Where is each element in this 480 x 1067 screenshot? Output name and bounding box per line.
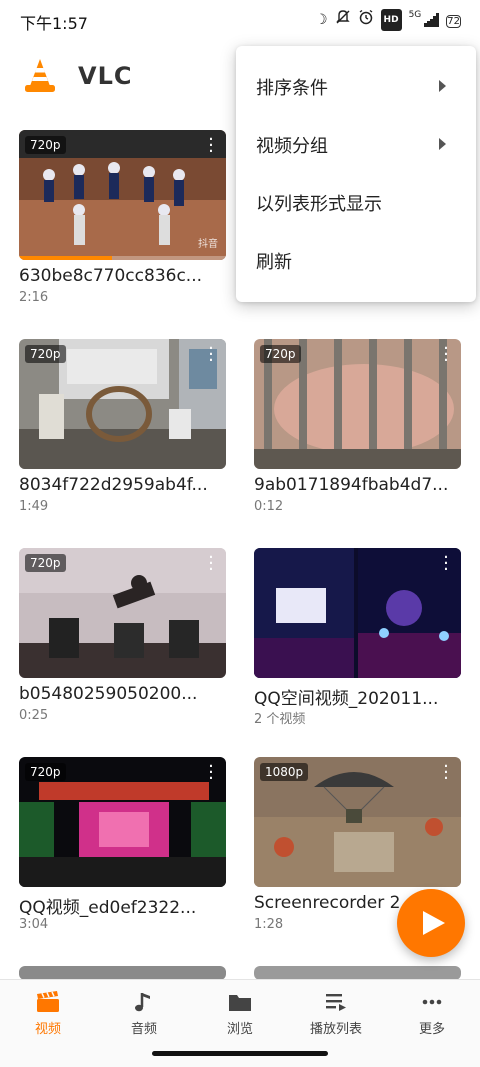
video-card[interactable]: 720p · · · b05480259050200... 0:25	[19, 548, 226, 743]
hd-icon: HD	[380, 9, 402, 31]
video-card[interactable]: 720p · · · 9ab0171894fbab4d7... 0:12	[254, 339, 461, 534]
alarm-icon	[358, 9, 374, 31]
folder-title: QQ空间视频_202011...	[254, 689, 439, 709]
folder-video-count: 2 个视频	[254, 712, 306, 727]
resolution-badge: 720p	[25, 554, 66, 572]
nav-item-video[interactable]: 视频	[0, 990, 96, 1046]
video-duration: 2:16	[19, 290, 49, 305]
nav-label: 浏览	[226, 1022, 253, 1037]
more-options-icon[interactable]: · · ·	[441, 340, 451, 370]
video-thumbnail[interactable]: 720p · · ·	[19, 548, 226, 678]
overflow-menu: 排序条件 视频分组 以列表形式显示 刷新	[236, 46, 476, 302]
menu-item-label: 排序条件	[256, 78, 328, 99]
status-bar: 下午1:57 ☽ HD 5G 72	[0, 0, 480, 40]
video-title: 630be8c770cc836c...	[19, 266, 203, 286]
video-title: b05480259050200...	[19, 684, 198, 704]
nav-label: 音频	[130, 1022, 157, 1037]
resolution-badge: 720p	[260, 345, 301, 363]
play-icon	[423, 911, 445, 935]
menu-item-sort[interactable]: 排序条件	[236, 59, 476, 115]
video-card[interactable]: 720p · · · QQ视频_ed0ef2322... 3:04	[19, 757, 226, 952]
nav-item-browse[interactable]: 浏览	[192, 990, 288, 1046]
menu-item-refresh[interactable]: 刷新	[236, 233, 476, 289]
nav-label: 播放列表	[309, 1022, 362, 1037]
video-duration: 3:04	[19, 917, 49, 932]
video-title: QQ视频_ed0ef2322...	[19, 898, 197, 918]
more-options-icon[interactable]: · · ·	[206, 131, 216, 161]
nav-item-playlist[interactable]: 播放列表	[288, 990, 384, 1046]
mute-icon	[335, 9, 351, 31]
nav-item-more[interactable]: 更多	[384, 990, 480, 1046]
more-options-icon[interactable]: · · ·	[206, 758, 216, 788]
more-options-icon[interactable]: · · ·	[206, 549, 216, 579]
status-icons: ☽ HD 5G 72	[315, 9, 462, 31]
folder-icon	[227, 990, 253, 1014]
resolution-badge: 720p	[25, 763, 66, 781]
menu-item-list-view[interactable]: 以列表形式显示	[236, 175, 476, 231]
video-card[interactable]	[19, 966, 226, 980]
signal-icon	[424, 13, 440, 27]
play-fab-button[interactable]	[397, 889, 465, 957]
video-card[interactable]: 720p · · · 抖音 630be8c770cc836c... 2:16	[19, 130, 226, 325]
video-folder-card[interactable]: · · · QQ空间视频_202011... 2 个视频	[254, 548, 461, 743]
video-thumbnail[interactable]: 720p · · · 抖音	[19, 130, 226, 260]
watermark-text: 抖音	[198, 239, 218, 250]
resolution-badge: 720p	[25, 345, 66, 363]
video-duration: 0:25	[19, 708, 49, 723]
battery-icon: 72	[446, 10, 462, 30]
video-card[interactable]: 720p · · · 8034f722d2959ab4f... 1:49	[19, 339, 226, 534]
more-options-icon[interactable]: · · ·	[441, 549, 451, 579]
nav-label: 视频	[34, 1022, 61, 1037]
app-title: VLC	[78, 62, 133, 90]
vlc-cone-icon	[20, 56, 60, 96]
video-thumbnail[interactable]	[254, 966, 461, 980]
video-thumbnail[interactable]	[19, 966, 226, 980]
resolution-badge: 1080p	[260, 763, 309, 781]
video-card[interactable]	[254, 966, 461, 980]
progress-fill	[19, 256, 113, 260]
video-thumbnail[interactable]: · · ·	[254, 548, 461, 678]
more-options-icon[interactable]: · · ·	[206, 340, 216, 370]
video-thumbnail[interactable]: 1080p · · ·	[254, 757, 461, 887]
playlist-icon	[323, 990, 349, 1014]
video-clapper-icon	[35, 990, 61, 1014]
video-duration: 1:49	[19, 499, 49, 514]
nav-item-audio[interactable]: 音频	[96, 990, 192, 1046]
music-note-icon	[131, 990, 157, 1014]
video-duration: 1:28	[254, 917, 284, 932]
menu-item-label: 刷新	[256, 252, 292, 273]
video-title: 8034f722d2959ab4f...	[19, 475, 208, 495]
video-thumbnail[interactable]: 720p · · ·	[19, 757, 226, 887]
menu-item-label: 视频分组	[256, 136, 328, 157]
more-dots-icon	[419, 990, 445, 1014]
video-title: 9ab0171894fbab4d7...	[254, 475, 449, 495]
status-time: 下午1:57	[20, 14, 88, 33]
moon-icon: ☽	[314, 12, 328, 28]
resolution-badge: 720p	[25, 136, 66, 154]
nav-label: 更多	[418, 1022, 445, 1037]
video-thumbnail[interactable]: 720p · · ·	[254, 339, 461, 469]
menu-item-label: 以列表形式显示	[256, 194, 382, 215]
playback-progress	[19, 256, 226, 260]
submenu-arrow-icon	[439, 138, 446, 150]
submenu-arrow-icon	[439, 80, 446, 92]
home-indicator	[152, 1051, 328, 1056]
menu-item-group[interactable]: 视频分组	[236, 117, 476, 173]
video-thumbnail[interactable]: 720p · · ·	[19, 339, 226, 469]
network-type: 5G	[408, 10, 422, 20]
more-options-icon[interactable]: · · ·	[441, 758, 451, 788]
battery-level: 72	[446, 15, 461, 28]
video-duration: 0:12	[254, 499, 284, 514]
